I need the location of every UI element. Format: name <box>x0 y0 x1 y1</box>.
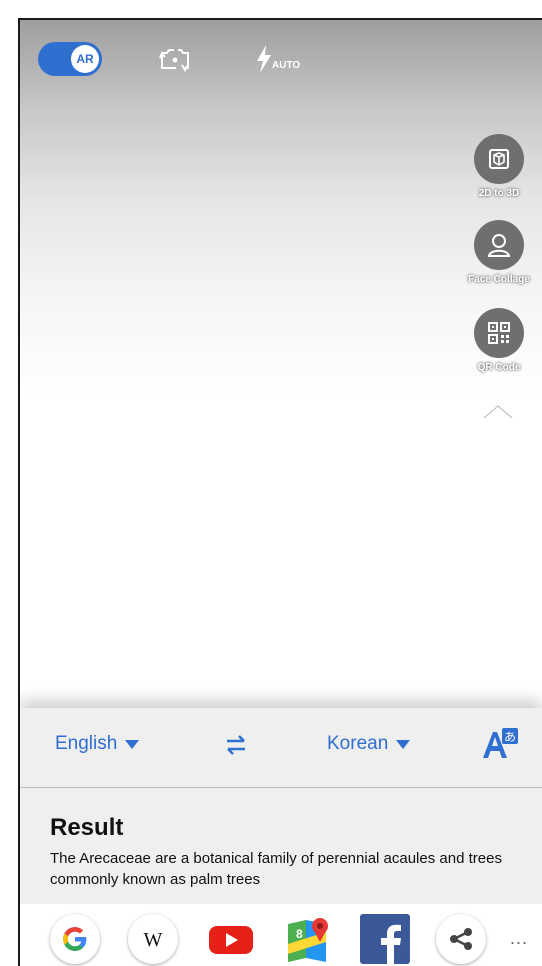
facebook-icon[interactable] <box>360 914 410 964</box>
source-language-dropdown[interactable]: English <box>55 733 140 755</box>
text-translate-icon[interactable]: あ <box>480 724 520 764</box>
qr-code-icon <box>474 308 524 358</box>
maps-icon[interactable]: 8 <box>282 914 332 964</box>
target-language-label: Korean <box>327 733 389 754</box>
flash-mode-label: AUTO <box>272 59 301 71</box>
camera-viewfinder: AR AUTO 2D to 3D Face Collage QR Code En… <box>20 20 542 966</box>
wikipedia-icon[interactable]: W <box>128 914 178 964</box>
chevron-up-icon[interactable] <box>480 398 516 422</box>
target-language-dropdown[interactable]: Korean <box>327 733 411 755</box>
result-text: The Arecaceae are a botanical family of … <box>50 850 502 888</box>
switch-camera-icon[interactable] <box>158 42 198 76</box>
tool-face-collage[interactable]: Face Collage <box>456 220 542 285</box>
flash-icon <box>257 45 271 73</box>
google-icon[interactable] <box>50 914 100 964</box>
caret-down-icon <box>125 739 140 749</box>
language-bar: English Korean あ <box>20 708 542 788</box>
left-bezel <box>0 0 20 966</box>
translation-panel: English Korean あ Result The Arecaceae ar… <box>20 708 542 966</box>
tool-label: Face Collage <box>468 274 530 285</box>
tool-qr-code[interactable]: QR Code <box>456 308 542 373</box>
svg-text:W: W <box>144 929 163 951</box>
ar-toggle[interactable]: AR <box>38 42 102 76</box>
caret-down-icon <box>396 739 411 749</box>
more-apps-button[interactable]: ... <box>510 928 528 949</box>
share-icon[interactable] <box>436 914 486 964</box>
swap-languages-icon[interactable] <box>224 732 248 758</box>
device-frame: AR AUTO 2D to 3D Face Collage QR Code En… <box>0 0 542 966</box>
tool-2d-to-3d[interactable]: 2D to 3D <box>456 134 542 199</box>
person-icon <box>474 220 524 270</box>
tool-label: 2D to 3D <box>478 188 520 199</box>
flash-auto-button[interactable]: AUTO <box>256 42 316 76</box>
share-app-bar: W 8 ... <box>20 904 542 966</box>
svg-text:あ: あ <box>504 730 516 744</box>
youtube-icon[interactable] <box>206 914 256 964</box>
tool-label: QR Code <box>477 362 521 373</box>
result-title: Result <box>50 814 124 841</box>
svg-text:8: 8 <box>296 927 303 941</box>
cube-icon <box>474 134 524 184</box>
ar-toggle-label: AR <box>71 45 99 73</box>
source-language-label: English <box>55 733 118 754</box>
